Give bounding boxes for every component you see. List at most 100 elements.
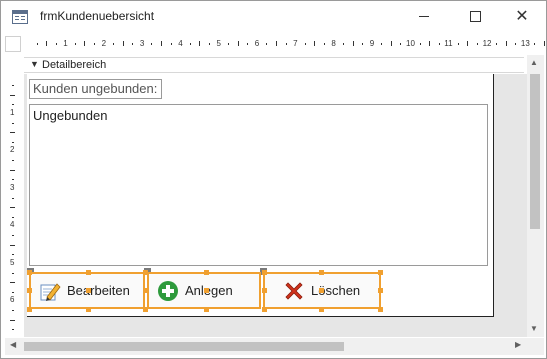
ruler-dot bbox=[12, 272, 14, 274]
ruler-half-tick bbox=[429, 41, 431, 46]
scroll-down-icon[interactable]: ▼ bbox=[530, 324, 538, 333]
sizing-handle[interactable] bbox=[378, 270, 383, 275]
scroll-right-icon[interactable]: ▶ bbox=[515, 340, 521, 349]
title-bar[interactable]: frmKundenuebersicht ✕ bbox=[1, 1, 546, 32]
ruler-number: 7 bbox=[293, 39, 298, 48]
ruler-dot bbox=[228, 43, 230, 45]
sizing-handle[interactable] bbox=[378, 307, 383, 312]
ruler-dot bbox=[266, 43, 268, 45]
ruler-number: 2 bbox=[101, 39, 107, 48]
sizing-handle[interactable] bbox=[262, 288, 267, 293]
ruler-corner-selector[interactable] bbox=[5, 36, 21, 52]
scroll-up-icon[interactable]: ▲ bbox=[530, 58, 538, 67]
ruler-dot bbox=[496, 43, 498, 45]
section-label: Detailbereich bbox=[42, 59, 107, 71]
ruler-dot bbox=[12, 122, 14, 124]
sizing-handle[interactable] bbox=[319, 307, 324, 312]
close-icon: ✕ bbox=[515, 7, 529, 25]
sizing-handle[interactable] bbox=[86, 307, 91, 312]
horizontal-ruler[interactable]: 1 2 3 4 5 6 7 8 9 10 11 12 13 bbox=[24, 36, 546, 52]
maximize-icon bbox=[469, 11, 481, 22]
close-button[interactable]: ✕ bbox=[499, 1, 545, 32]
sizing-handle[interactable] bbox=[27, 307, 32, 312]
ruler-dot bbox=[12, 141, 14, 143]
ruler-dot bbox=[419, 43, 421, 45]
maximize-button[interactable] bbox=[452, 1, 498, 32]
ruler-dot bbox=[12, 179, 14, 181]
ruler-half-tick bbox=[46, 41, 48, 46]
sizing-handle[interactable] bbox=[86, 270, 91, 275]
sizing-handle[interactable] bbox=[143, 307, 148, 312]
ruler-number: 5 bbox=[216, 39, 221, 48]
horizontal-scroll-thumb[interactable] bbox=[24, 342, 344, 351]
ruler-dot bbox=[12, 310, 14, 312]
ruler-dot bbox=[12, 254, 14, 256]
sizing-handle[interactable] bbox=[27, 270, 32, 275]
sizing-handle[interactable] bbox=[319, 270, 324, 275]
ruler-dot bbox=[323, 43, 325, 45]
vertical-scroll-thumb[interactable] bbox=[530, 74, 540, 229]
minimize-button[interactable] bbox=[401, 1, 447, 32]
ruler-half-tick bbox=[275, 41, 277, 46]
ruler-dot bbox=[189, 43, 191, 45]
section-header-detail[interactable]: ▼ Detailbereich bbox=[24, 57, 524, 73]
section-selector[interactable] bbox=[5, 55, 21, 71]
ruler-dot bbox=[74, 43, 76, 45]
ruler-number: 8 bbox=[331, 39, 336, 48]
scroll-left-icon[interactable]: ◀ bbox=[10, 340, 16, 349]
ruler-half-tick bbox=[84, 41, 86, 46]
ruler-dot bbox=[132, 43, 134, 45]
vertical-ruler[interactable]: 1 2 3 4 5 6 bbox=[5, 74, 21, 331]
ruler-half-tick bbox=[10, 207, 15, 209]
ruler-number: 5 bbox=[10, 257, 15, 267]
ruler-number: 3 bbox=[139, 39, 145, 48]
ruler-half-tick bbox=[314, 41, 316, 46]
sizing-handle[interactable] bbox=[27, 288, 32, 293]
sizing-handle[interactable] bbox=[262, 270, 267, 275]
ruler-dot bbox=[285, 43, 287, 45]
ruler-dot bbox=[457, 43, 459, 45]
ruler-dot bbox=[515, 43, 517, 45]
sizing-handle[interactable] bbox=[204, 307, 209, 312]
sizing-handle[interactable] bbox=[143, 288, 148, 293]
ruler-half-tick bbox=[544, 41, 546, 46]
ruler-dot bbox=[113, 43, 115, 45]
ruler-number: 12 bbox=[482, 39, 492, 48]
kunden-label[interactable]: Kunden ungebunden: bbox=[29, 79, 163, 99]
ruler-half-tick bbox=[390, 41, 392, 46]
plus-circle-icon bbox=[157, 280, 179, 302]
ruler-number: 11 bbox=[444, 39, 453, 48]
ruler-dot bbox=[36, 43, 38, 45]
minimize-icon bbox=[419, 16, 429, 17]
ruler-dot bbox=[94, 43, 96, 45]
sizing-handle[interactable] bbox=[204, 288, 209, 293]
ruler-number: 3 bbox=[10, 182, 15, 192]
sizing-handle[interactable] bbox=[319, 288, 324, 293]
sizing-handle[interactable] bbox=[204, 270, 209, 275]
ruler-half-tick bbox=[237, 41, 239, 46]
ruler-half-tick bbox=[10, 132, 15, 134]
sizing-handle[interactable] bbox=[143, 270, 148, 275]
bearbeiten-label: Bearbeiten bbox=[67, 283, 130, 298]
ruler-dot bbox=[12, 235, 14, 237]
ruler-number: 9 bbox=[369, 39, 375, 48]
ruler-dot bbox=[12, 160, 14, 162]
red-x-icon bbox=[283, 280, 305, 302]
ruler-dot bbox=[12, 104, 14, 106]
ruler-half-tick bbox=[352, 41, 354, 46]
ruler-dot bbox=[304, 43, 306, 45]
ruler-dot bbox=[55, 43, 57, 45]
ruler-dot bbox=[12, 329, 14, 331]
listbox-control-source: Ungebunden bbox=[33, 108, 108, 123]
ruler-half-tick bbox=[10, 244, 15, 246]
kunden-listbox[interactable]: Ungebunden bbox=[29, 104, 488, 266]
ruler-dot bbox=[170, 43, 172, 45]
sizing-handle[interactable] bbox=[262, 307, 267, 312]
ruler-number: 4 bbox=[178, 39, 183, 48]
ruler-half-tick bbox=[505, 41, 507, 46]
ruler-number: 6 bbox=[10, 295, 15, 304]
section-arrow-icon: ▼ bbox=[30, 59, 39, 69]
ruler-half-tick bbox=[10, 94, 15, 96]
sizing-handle[interactable] bbox=[378, 288, 383, 293]
sizing-handle[interactable] bbox=[86, 288, 91, 293]
